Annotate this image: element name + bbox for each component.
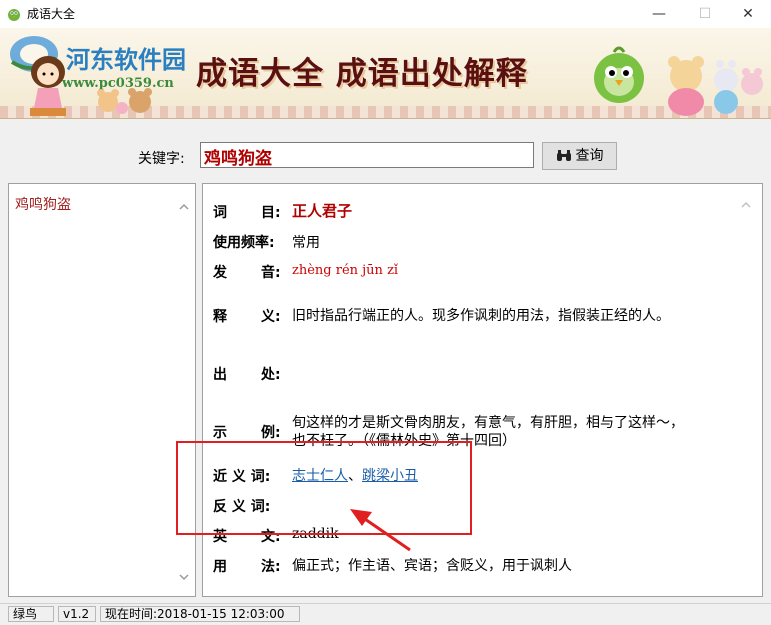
list-item[interactable]: 鸡鸣狗盗 [15, 194, 71, 214]
scroll-up-icon[interactable] [177, 200, 191, 214]
detail-scroll-up-icon[interactable] [739, 198, 753, 212]
example-line-1: 旬这样的才是斯文骨肉朋友，有意气，有肝胆，相与了这样～， [292, 415, 684, 431]
usage-value: 偏正式；作主语、宾语；含贬义，用于讽刺人 [292, 558, 572, 574]
keyword-input[interactable]: 鸡鸣狗盗 [200, 142, 534, 169]
example-label: 示例: [213, 425, 281, 441]
maximize-button[interactable]: ☐ [682, 0, 728, 28]
status-version: v1.2 [58, 606, 96, 622]
binoculars-icon [556, 150, 571, 161]
teddy-bears-left-icon [97, 88, 152, 114]
status-user: 绿鸟 [8, 606, 54, 622]
search-button[interactable]: 查询 [542, 142, 617, 170]
search-button-label: 查询 [575, 148, 604, 164]
close-button[interactable]: ✕ [725, 0, 771, 28]
freq-label: 使用频率: [213, 235, 275, 251]
title-bar: 成语大全 — ☐ ✕ [0, 0, 771, 29]
banner-title: 成语大全 成语出处解释 [196, 56, 528, 92]
status-bar: 绿鸟 v1.2 现在时间:2018-01-15 12:03:00 [0, 603, 771, 625]
pron-value: zhèng rén jūn zǐ [292, 263, 399, 278]
scroll-down-icon[interactable] [177, 570, 191, 584]
window-title: 成语大全 [27, 7, 76, 21]
pron-label: 发音: [213, 265, 281, 281]
chu-label: 出处: [213, 367, 281, 383]
status-time: 现在时间:2018-01-15 12:03:00 [100, 606, 300, 622]
teddy-bears-right-icon [668, 56, 763, 116]
app-icon [8, 9, 20, 21]
ci-value: 正人君子 [292, 202, 353, 220]
green-bird-icon [594, 46, 644, 103]
shi-label: 释义: [213, 309, 281, 325]
doll-illustration-icon [30, 56, 66, 116]
keyword-label: 关键字: [138, 151, 185, 167]
ci-label: 词目: [213, 205, 281, 221]
banner: 河东软件园 www.pc0359.cn 成语大全 成语出处解释 [0, 28, 771, 119]
shi-value: 旧时指品行端正的人。现多作讽刺的用法，指假装正经的人。 [292, 308, 670, 324]
usage-label: 用法: [213, 559, 281, 575]
result-list: 鸡鸣狗盗 [8, 183, 196, 597]
annotation-highlight-box [176, 441, 472, 535]
freq-value: 常用 [292, 235, 320, 251]
watermark-site-name: 河东软件园 [66, 46, 186, 74]
minimize-button[interactable]: — [636, 0, 682, 28]
